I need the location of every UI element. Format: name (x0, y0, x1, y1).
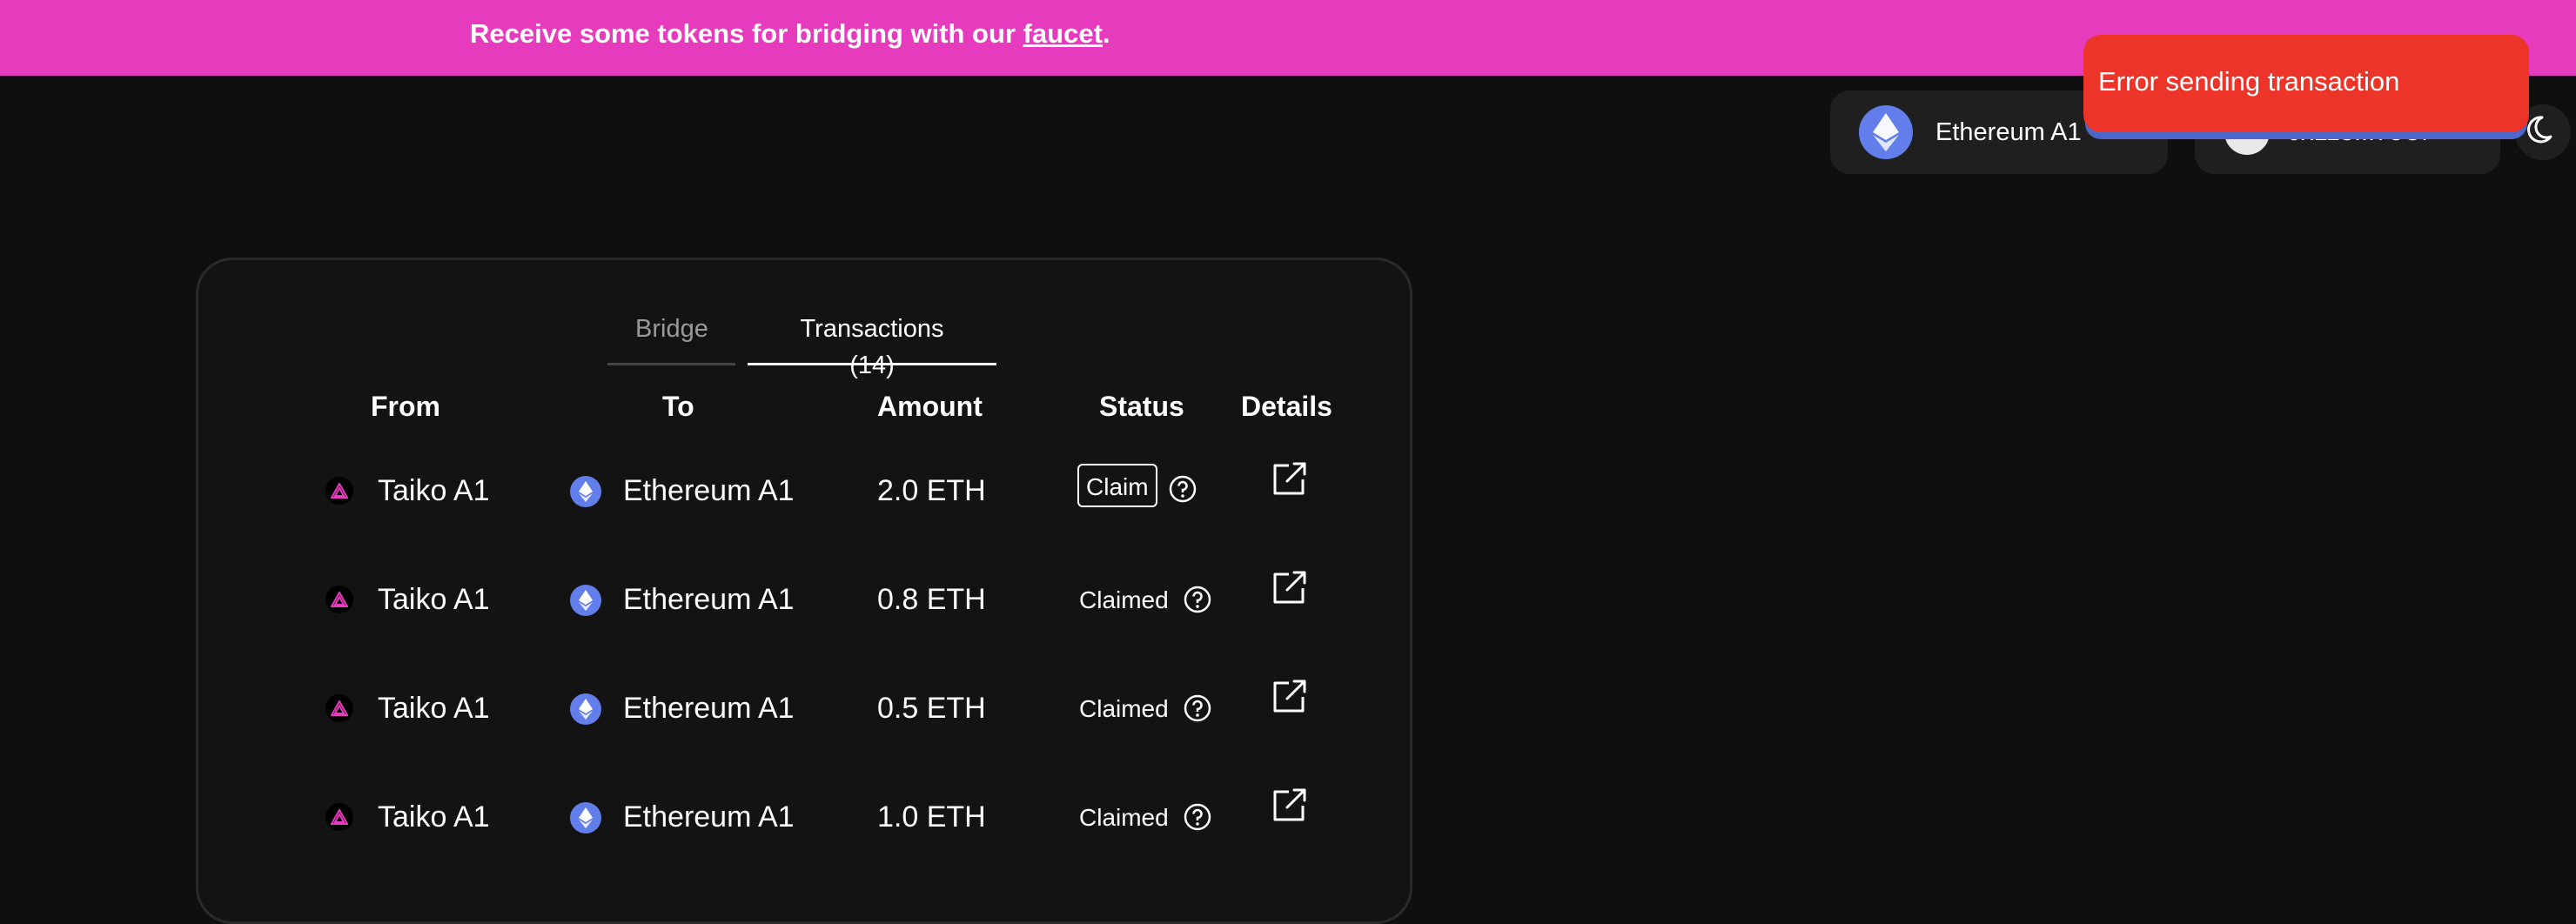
from-chain: Taiko A1 (378, 800, 490, 834)
taiko-icon (325, 477, 353, 505)
banner-suffix: . (1102, 18, 1110, 49)
amount: 0.5 ETH (877, 692, 986, 725)
status-label: Claimed (1079, 586, 1169, 613)
amount: 1.0 ETH (877, 800, 986, 834)
external-link-icon[interactable] (1270, 787, 1308, 825)
status-label: Claimed (1079, 695, 1169, 722)
column-header-details: Details (1241, 391, 1332, 422)
table-row: Taiko A1 Ethereum A1 0.8 ETH Claimed (198, 564, 1410, 633)
column-header-amount: Amount (877, 391, 983, 422)
external-link-icon[interactable] (1270, 678, 1308, 716)
moon-icon (2525, 112, 2561, 153)
column-header-to: To (662, 391, 694, 422)
from-chain: Taiko A1 (378, 474, 490, 507)
ethereum-icon (570, 585, 601, 616)
help-circle-icon[interactable] (1183, 802, 1212, 832)
tab-bridge[interactable]: Bridge (607, 311, 735, 365)
bridge-card: Bridge Transactions (14) From To Amount … (196, 258, 1412, 924)
from-chain: Taiko A1 (378, 692, 490, 725)
to-chain: Ethereum A1 (623, 692, 795, 725)
toast-message: Error sending transaction (2098, 66, 2400, 97)
banner-text: Receive some tokens for bridging with ou… (470, 18, 1023, 49)
column-header-from: From (371, 391, 440, 422)
tab-transactions[interactable]: Transactions (14) (748, 311, 996, 379)
amount: 2.0 ETH (877, 474, 986, 507)
taiko-icon (325, 694, 353, 722)
amount: 0.8 ETH (877, 583, 986, 616)
ethereum-icon (570, 802, 601, 834)
error-toast: Error sending transaction (2083, 35, 2529, 132)
banner-message: Receive some tokens for bridging with ou… (470, 18, 1110, 50)
faucet-link[interactable]: faucet (1023, 18, 1103, 49)
to-chain: Ethereum A1 (623, 583, 795, 616)
status-label: Claimed (1079, 804, 1169, 831)
taiko-icon (325, 586, 353, 613)
claim-button[interactable]: Claim (1077, 464, 1157, 507)
ethereum-icon (570, 693, 601, 725)
help-circle-icon[interactable] (1183, 585, 1212, 614)
table-row: Taiko A1 Ethereum A1 2.0 ETH Claim (198, 455, 1410, 525)
table-row: Taiko A1 Ethereum A1 0.5 ETH Claimed (198, 673, 1410, 742)
from-chain: Taiko A1 (378, 583, 490, 616)
ethereum-icon (1859, 105, 1913, 159)
ethereum-icon (570, 476, 601, 507)
external-link-icon[interactable] (1270, 460, 1308, 499)
taiko-icon (325, 803, 353, 831)
to-chain: Ethereum A1 (623, 800, 795, 834)
tab-bar: Bridge Transactions (14) (607, 311, 996, 379)
external-link-icon[interactable] (1270, 569, 1308, 607)
column-header-status: Status (1099, 391, 1184, 422)
help-circle-icon[interactable] (1183, 693, 1212, 723)
table-row: Taiko A1 Ethereum A1 1.0 ETH Claimed (198, 781, 1410, 851)
network-name: Ethereum A1 (1935, 117, 2082, 146)
to-chain: Ethereum A1 (623, 474, 795, 507)
help-circle-icon[interactable] (1168, 474, 1197, 504)
